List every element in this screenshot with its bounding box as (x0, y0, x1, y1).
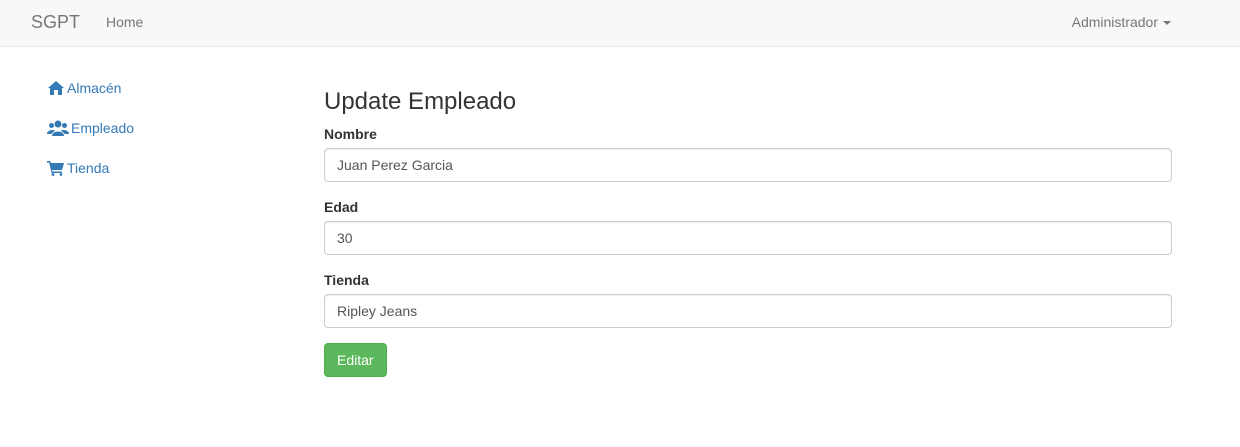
page-title: Update Empleado (324, 88, 517, 115)
nav-home-link[interactable]: Home (106, 14, 143, 30)
users-icon (47, 120, 69, 136)
form-group-nombre: Nombre (324, 124, 1172, 182)
sidebar-item-tienda[interactable]: Tienda (47, 158, 134, 178)
navbar: SGPT Home Administrador (0, 0, 1240, 47)
sidebar-item-label: Empleado (71, 120, 135, 136)
sidebar-item-almacen[interactable]: Almacén (47, 78, 134, 98)
sidebar-item-empleado[interactable]: Empleado (47, 118, 134, 138)
editar-button[interactable]: Editar (324, 343, 387, 377)
tienda-input[interactable] (324, 294, 1172, 328)
home-icon (48, 81, 64, 95)
edad-label: Edad (324, 199, 359, 215)
user-menu-label: Administrador (1071, 14, 1158, 30)
sidebar-item-label: Tienda (67, 160, 110, 176)
shopping-cart-icon (47, 161, 64, 176)
form-group-tienda: Tienda (324, 270, 1172, 328)
nombre-label: Nombre (324, 126, 377, 142)
caret-down-icon (1163, 21, 1171, 25)
edad-input[interactable] (324, 221, 1172, 255)
tienda-label: Tienda (324, 272, 369, 288)
brand-link[interactable]: SGPT (31, 12, 80, 33)
sidebar-item-label: Almacén (67, 80, 122, 96)
form-group-edad: Edad (324, 197, 1172, 255)
sidebar: Almacén Empleado Tienda (47, 78, 134, 198)
user-menu-dropdown[interactable]: Administrador (1072, 14, 1171, 30)
nombre-input[interactable] (324, 148, 1172, 182)
main-content: Update Empleado Nombre Edad Tienda Edita… (324, 86, 1172, 377)
